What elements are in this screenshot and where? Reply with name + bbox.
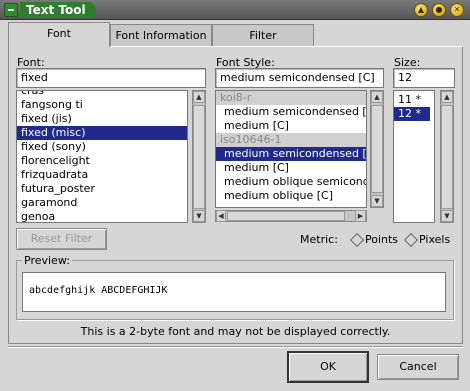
- scroll-right-icon[interactable]: ▶: [355, 210, 366, 222]
- tab-filter[interactable]: Filter: [212, 24, 314, 46]
- preview-area: abcdefghijk ABCDEFGHIJK: [22, 272, 446, 312]
- scroll-left-icon[interactable]: ◀: [216, 210, 226, 222]
- list-group-header: iso10646-1: [216, 133, 366, 147]
- font-style-list[interactable]: koi8-r medium semicondensed [C] medium […: [215, 90, 367, 208]
- list-item[interactable]: frizquadrata: [17, 168, 187, 182]
- scroll-up-icon[interactable]: ▲: [371, 91, 383, 103]
- scroll-thumb[interactable]: [227, 211, 345, 221]
- list-item[interactable]: fangsong ti: [17, 98, 187, 112]
- font-warning-note: This is a 2-byte font and may not be dis…: [80, 325, 391, 338]
- separator: [8, 346, 463, 348]
- tab-font[interactable]: Font: [8, 22, 110, 47]
- list-item[interactable]: florencelight: [17, 154, 187, 168]
- window-title: Text Tool: [20, 2, 96, 18]
- font-input[interactable]: fixed: [16, 68, 206, 88]
- scroll-thumb[interactable]: [441, 105, 453, 209]
- shade-icon[interactable]: ▲: [414, 3, 428, 17]
- list-item-selected[interactable]: medium semicondensed [C]: [216, 147, 366, 161]
- list-item[interactable]: 11 *: [394, 93, 434, 107]
- minimize-icon[interactable]: ●: [432, 3, 446, 17]
- ok-button[interactable]: OK: [287, 351, 369, 383]
- list-item[interactable]: medium [C]: [216, 119, 366, 133]
- font-style-input[interactable]: medium semicondensed [C]: [215, 68, 384, 88]
- font-style-hscrollbar[interactable]: ◀ ▶: [215, 210, 367, 222]
- list-item[interactable]: genoa: [17, 210, 187, 222]
- list-item[interactable]: garamond: [17, 196, 187, 210]
- list-item[interactable]: cras: [17, 91, 187, 98]
- title-bar: Text Tool ▲ ● ✕: [0, 0, 470, 20]
- cancel-button[interactable]: Cancel: [377, 354, 459, 380]
- scroll-down-icon[interactable]: ▼: [193, 210, 205, 222]
- font-style-vscrollbar[interactable]: ▲ ▼: [370, 90, 384, 208]
- tab-font-information[interactable]: Font Information: [110, 24, 212, 46]
- list-item-selected[interactable]: fixed (misc): [17, 126, 187, 140]
- close-icon[interactable]: ✕: [450, 3, 464, 17]
- scroll-up-icon[interactable]: ▲: [193, 91, 205, 103]
- scroll-thumb[interactable]: [371, 105, 383, 193]
- scroll-down-icon[interactable]: ▼: [441, 210, 453, 222]
- font-list-scrollbar[interactable]: ▲ ▼: [192, 90, 206, 223]
- pixels-label[interactable]: Pixels: [419, 233, 450, 246]
- size-list-scrollbar[interactable]: ▲ ▼: [440, 90, 454, 223]
- list-item[interactable]: fixed (sony): [17, 140, 187, 154]
- scroll-up-icon[interactable]: ▲: [441, 91, 453, 103]
- list-item[interactable]: medium semicondensed [C]: [216, 105, 366, 119]
- list-item[interactable]: medium [C]: [216, 161, 366, 175]
- font-list[interactable]: cras fangsong ti fixed (jis) fixed (misc…: [16, 90, 188, 223]
- list-item[interactable]: medium oblique [C]: [216, 189, 366, 203]
- list-item[interactable]: fixed (jis): [17, 112, 187, 126]
- size-list[interactable]: 11 * 12 *: [393, 90, 435, 223]
- list-group-header: koi8-r: [216, 91, 366, 105]
- points-label[interactable]: Points: [365, 233, 398, 246]
- metric-label: Metric:: [300, 233, 338, 246]
- window-menu-icon[interactable]: [4, 3, 18, 17]
- list-item[interactable]: futura_poster: [17, 182, 187, 196]
- scroll-thumb[interactable]: [193, 105, 205, 209]
- list-item[interactable]: medium oblique semicondensed: [216, 175, 366, 189]
- scroll-down-icon[interactable]: ▼: [371, 195, 383, 207]
- list-item-selected[interactable]: 12 *: [394, 107, 430, 121]
- preview-label: Preview:: [22, 254, 72, 267]
- reset-filter-button[interactable]: Reset Filter: [16, 228, 107, 250]
- size-input[interactable]: 12: [393, 68, 455, 88]
